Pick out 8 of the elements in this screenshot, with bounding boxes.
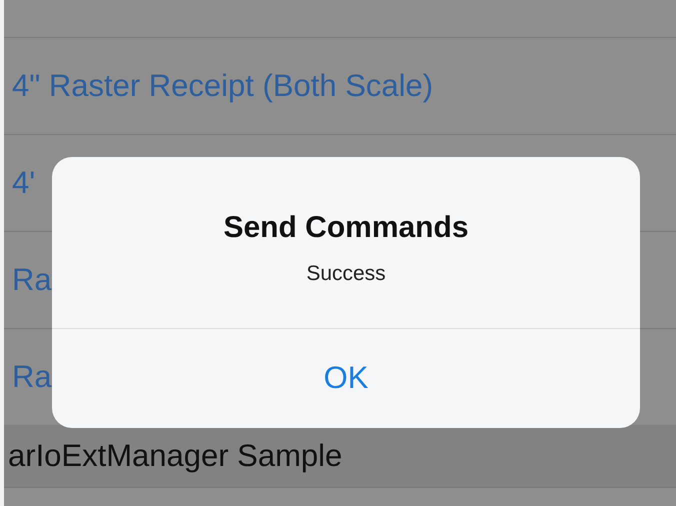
list-item[interactable]: 4' — [12, 160, 36, 206]
alert-title: Send Commands — [223, 210, 469, 246]
list-item[interactable]: 4" Raster Receipt (Both Scale) — [12, 62, 434, 110]
ok-button[interactable]: OK — [52, 329, 640, 428]
list-item[interactable]: Ra — [12, 256, 52, 304]
section-header: arIoExtManager Sample — [8, 436, 342, 475]
alert-message: Success — [306, 261, 386, 287]
list-item[interactable]: Ra — [12, 354, 52, 400]
